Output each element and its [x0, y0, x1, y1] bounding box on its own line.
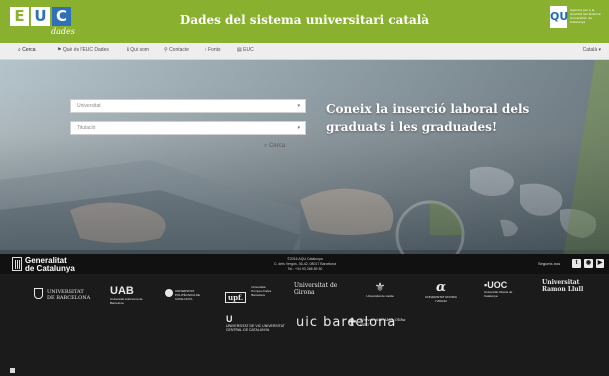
nav-item-contacte[interactable]: ⚲ Contacte: [164, 47, 189, 53]
location-icon: ⚲: [164, 47, 168, 53]
degree-placeholder: Titulació: [77, 125, 96, 131]
urv-icon: α: [435, 280, 446, 295]
uao-label: Universitat Abat Oliba CEU: [360, 317, 406, 327]
hero-banner: Universitat ▾ Titulació ▾ ⌕ Cerca Coneix…: [0, 60, 609, 276]
uni-upf[interactable]: upf. Universitat Pompeu Fabra Barcelona: [225, 285, 273, 304]
uab-subtitle: Universitat Autònoma de Barcelona: [110, 297, 143, 305]
chevron-down-icon: ▾: [297, 125, 300, 131]
rss-icon[interactable]: ◉: [584, 259, 593, 268]
nav-item-label: EUC: [243, 47, 254, 53]
udl-icon: ⚜: [374, 280, 386, 294]
uni-udg[interactable]: Universitat de Girona: [294, 282, 344, 296]
uvic-label: UNIVERSITAT DE VIC UNIVERSITAT CENTRAL D…: [226, 324, 285, 332]
headline-line-1: Coneix la inserció laboral dels: [326, 102, 530, 116]
ub-shield-icon: [34, 288, 43, 299]
people-icon: ⚑: [57, 47, 62, 53]
logo-subtitle: dades: [51, 27, 75, 36]
generalitat-logo[interactable]: Generalitat de Catalunya: [25, 257, 75, 273]
uab-logo-text: UAB: [110, 285, 134, 297]
twitter-icon[interactable]: t: [572, 259, 581, 268]
generalitat-icon: [12, 257, 22, 271]
footer-phone: Tel.: +34 93 268 89 50: [287, 267, 323, 271]
uni-uic[interactable]: uic barcelona: [296, 316, 395, 329]
search-icon: ⌕: [264, 143, 268, 149]
degree-select[interactable]: Titulació ▾: [70, 121, 306, 135]
cross-icon: ✚: [348, 317, 357, 328]
uni-upc[interactable]: UNIVERSITAT POLITÈCNICA DE CATALUNYA: [165, 289, 210, 301]
uvic-icon: U: [226, 314, 233, 324]
follow-label: Segueix-nos: [538, 261, 561, 266]
upf-logo-text: upf.: [225, 292, 247, 303]
uni-uoc[interactable]: ▪UOC Universitat Oberta de Catalunya: [484, 280, 522, 298]
nav-item-qui-som[interactable]: ℹ Qui som: [127, 47, 149, 53]
generalitat-line-2: de Catalunya: [25, 264, 75, 273]
hero-background-image: [0, 60, 609, 276]
search-button-label: Cerca: [269, 143, 286, 149]
nav-item-que-es[interactable]: ⚑ Què és l'EUC Dades: [57, 47, 109, 53]
hero-headline: Coneix la inserció laboral dels graduats…: [326, 100, 531, 136]
search-icon: ⌕: [18, 47, 21, 53]
document-icon: ▤: [237, 47, 242, 53]
footer-contact: ©2016 AQU Catalunya C. dels Vergós, 36-4…: [200, 257, 410, 272]
language-label: Català: [582, 47, 598, 53]
uni-udl[interactable]: ⚜ Universitat de Lleida: [360, 280, 400, 298]
upc-icon: [165, 289, 173, 297]
chevron-down-icon: ▾: [297, 103, 300, 109]
nav-item-label: Què és l'EUC Dades: [62, 47, 109, 53]
aqu-logo[interactable]: QU: [550, 6, 568, 28]
uni-ub[interactable]: UNIVERSITAT DE BARCELONA: [47, 289, 92, 301]
nav-item-label: Qui som: [130, 47, 149, 53]
udl-label: Universitat de Lleida: [366, 294, 394, 298]
footer-bar: Generalitat de Catalunya ©2016 AQU Catal…: [0, 254, 609, 274]
book-icon: ⁝: [205, 47, 207, 53]
nav-item-label: Fonts: [207, 47, 221, 53]
nav-item-label: Cerca: [22, 47, 36, 53]
urv-label: UNIVERSITAT ROVIRA I VIRGILI: [425, 295, 457, 303]
uni-uab[interactable]: UAB Universitat Autònoma de Barcelona: [110, 285, 150, 305]
nav-item-label: Contacte: [169, 47, 190, 53]
uni-uvic[interactable]: U UNIVERSITAT DE VIC UNIVERSITAT CENTRAL…: [226, 314, 286, 332]
headline-line-2: graduats i les graduades!: [326, 120, 498, 134]
uni-url[interactable]: Universitat Ramon Llull: [542, 279, 588, 293]
language-select[interactable]: Català ▾: [583, 47, 601, 53]
nav-item-fonts[interactable]: ⁝ Fonts: [205, 47, 221, 53]
corner-icon: [10, 368, 15, 373]
youtube-icon[interactable]: ▶: [596, 259, 604, 268]
university-placeholder: Universitat: [77, 103, 101, 109]
universities-strip: UNIVERSITAT DE BARCELONA UAB Universitat…: [0, 274, 609, 376]
nav-item-cerca[interactable]: ⌕ Cerca: [18, 47, 36, 53]
main-nav: ⌕ Cerca ⚑ Què és l'EUC Dades ℹ Qui som ⚲…: [0, 43, 609, 60]
search-button[interactable]: ⌕ Cerca: [264, 143, 285, 150]
uoc-subtitle: Universitat Oberta de Catalunya: [484, 290, 513, 298]
uoc-logo-text: ▪UOC: [484, 280, 508, 290]
aqu-logo-text: Agència per a la Qualitat del Sistema Un…: [570, 8, 601, 24]
chevron-down-icon: ▾: [598, 47, 601, 53]
site-header: E U C dades Dades del sistema universita…: [0, 0, 609, 43]
university-select[interactable]: Universitat ▾: [70, 99, 306, 113]
info-icon: ℹ: [127, 47, 129, 53]
upf-subtitle: Universitat Pompeu Fabra Barcelona: [251, 285, 272, 297]
nav-item-euc[interactable]: ▤ EUC: [237, 47, 254, 53]
uni-uao[interactable]: ✚ Universitat Abat Oliba CEU: [348, 317, 412, 328]
upc-label: UNIVERSITAT POLITÈCNICA DE CATALUNYA: [175, 289, 200, 301]
site-title: Dades del sistema universitari català: [179, 13, 430, 27]
uni-urv[interactable]: α UNIVERSITAT ROVIRA I VIRGILI: [425, 280, 457, 303]
